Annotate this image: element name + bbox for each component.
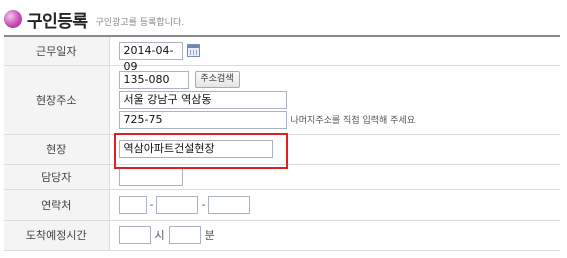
work-date-label: 근무일자 [4,37,110,66]
site-label: 현장 [4,134,110,165]
manager-input[interactable] [118,167,183,186]
arrival-time-label: 도착예정시간 [4,220,110,251]
row-manager: 담당자 [4,164,560,190]
contact-part3-input[interactable] [208,195,251,214]
zipcode-input[interactable]: 135-080 [118,70,189,89]
arrival-minute-input[interactable] [168,226,201,244]
row-contact: 연락처 - - [4,189,560,221]
row-work-date: 근무일자 2014-04-09 [4,37,560,73]
site-address-label: 현장주소 [4,65,110,135]
manager-label: 담당자 [4,164,110,190]
site-input[interactable]: 역삼아파트건설현장 [118,140,273,158]
minute-unit: 분 [204,229,215,242]
bullet-circle-icon [4,10,22,28]
row-site-address: 현장주소 135-080 주소검색 서울 강남구 역삼동 725-75 나머지주소를… [4,65,560,135]
address1-input[interactable]: 서울 강남구 역삼동 [118,90,287,109]
contact-label: 연락처 [4,189,110,221]
address2-input[interactable]: 725-75 [118,110,287,129]
page-title: 구인등록 [27,11,88,32]
hour-unit: 시 [154,229,165,242]
contact-part2-input[interactable] [156,195,199,214]
row-arrival-time: 도착예정시간 시 분 [4,220,560,251]
contact-separator: - [201,198,206,211]
contact-separator: - [149,198,154,211]
address2-hint: 나머지주소를 직접 입력해 주세요 [290,116,416,126]
calendar-icon[interactable] [186,44,200,58]
address-search-button[interactable]: 주소검색 [194,71,240,88]
work-date-input[interactable]: 2014-04-09 [118,41,183,73]
arrival-hour-input[interactable] [118,226,151,244]
job-form: 근무일자 2014-04-09 현장주소 135-080 주소검색 서울 강남구 … [4,37,560,251]
row-site: 현장 역삼아파트건설현장 [4,134,560,165]
contact-part1-input[interactable] [118,195,147,214]
page-subtitle: 구인광고를 등록합니다. [95,17,185,28]
page-header: 구인등록 구인광고를 등록합니다. [4,6,184,32]
